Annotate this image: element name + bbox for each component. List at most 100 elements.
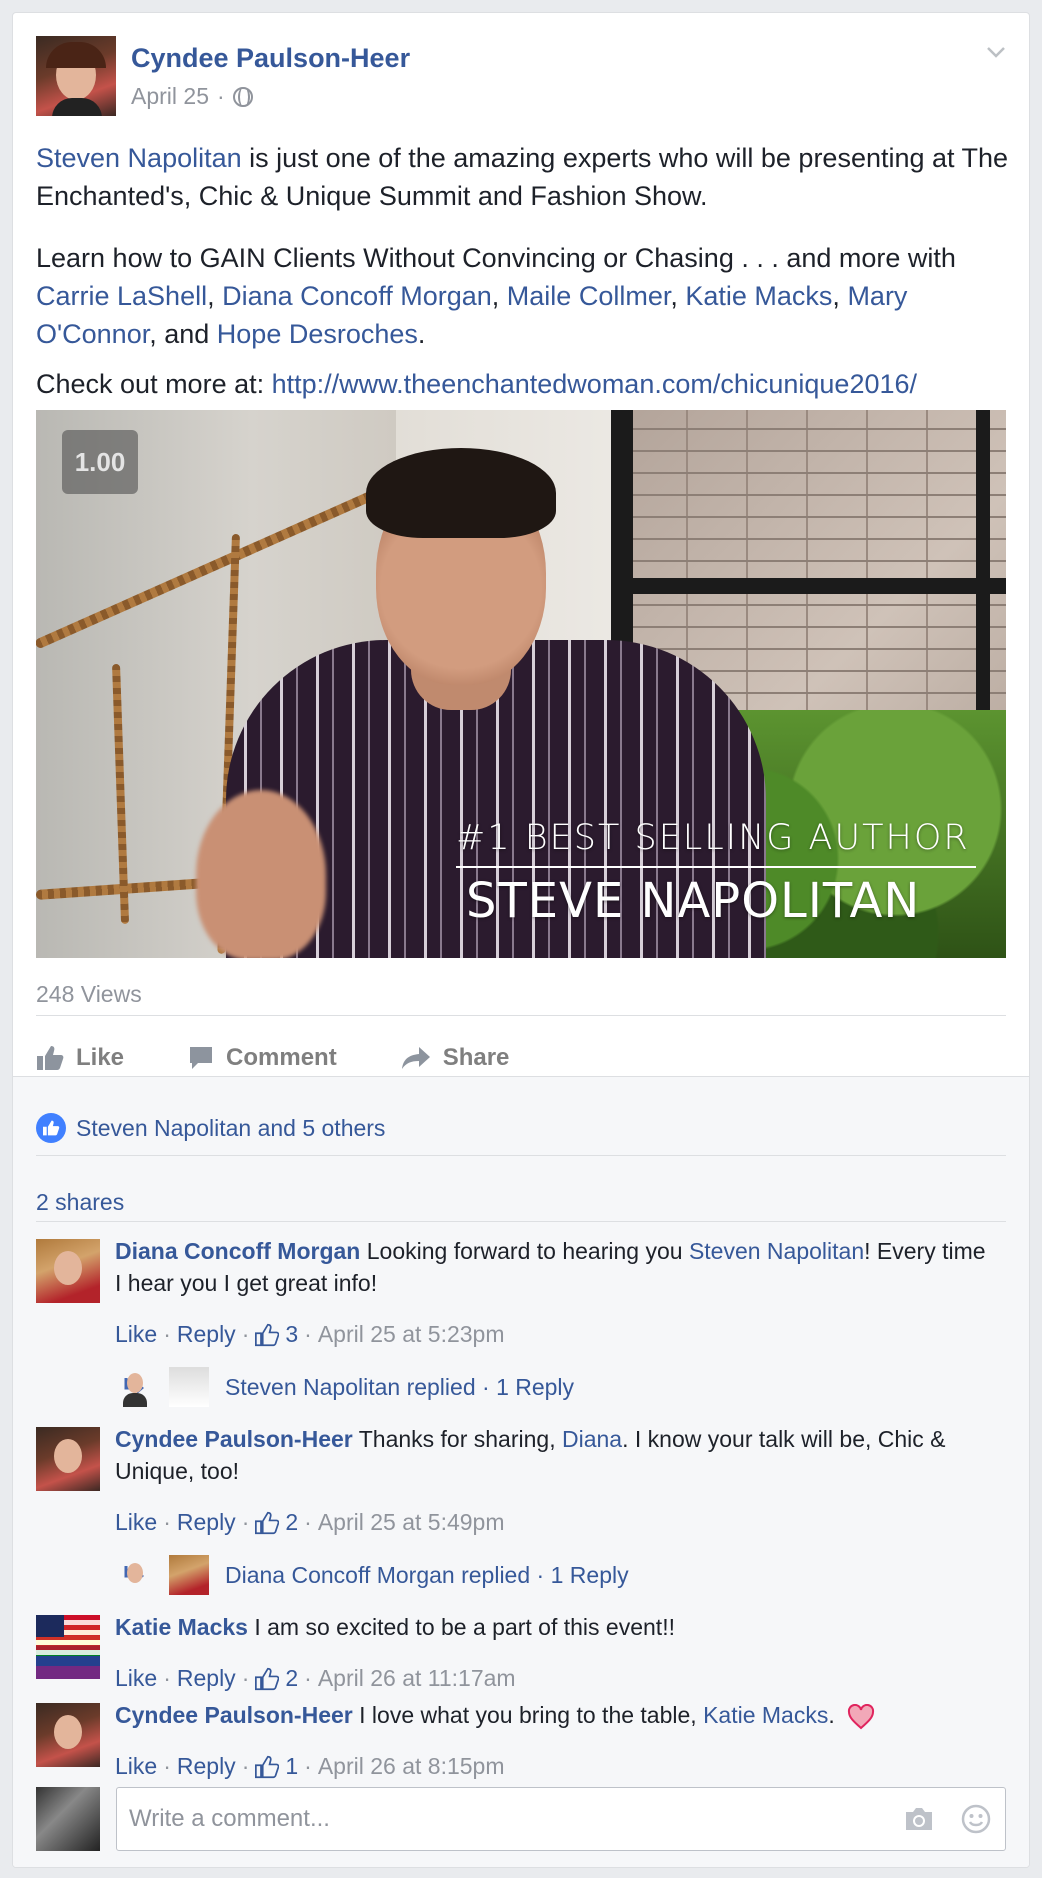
video-overlay-divider [456, 866, 976, 868]
separator-text: , [491, 281, 507, 311]
reply-count[interactable]: 1 Reply [551, 1562, 629, 1589]
comment-like-link[interactable]: Like [115, 1753, 157, 1780]
playback-speed-badge[interactable]: 1.00 [62, 430, 138, 494]
action-bar: Like Comment Share [36, 1036, 573, 1080]
comment-composer: Write a comment... [36, 1787, 1006, 1851]
comment-timestamp[interactable]: April 25 at 5:49pm [318, 1509, 505, 1536]
commenter-avatar[interactable] [36, 1615, 100, 1679]
share-arrow-icon [401, 1047, 430, 1069]
divider [36, 1015, 1006, 1016]
post-card: Cyndee Paulson-Heer April 25 · Steven Na… [12, 12, 1030, 1868]
comment-button[interactable]: Comment [188, 1044, 337, 1072]
replier-avatar[interactable] [127, 1555, 209, 1595]
commenter-avatar[interactable] [36, 1703, 100, 1767]
author-avatar[interactable] [36, 36, 116, 116]
view-count: 248 Views [36, 981, 142, 1007]
comment-reply-link[interactable]: Reply [177, 1665, 236, 1692]
mention-link[interactable]: Katie Macks [685, 281, 832, 311]
like-reaction-icon [36, 1113, 66, 1143]
post-date[interactable]: April 25 [131, 83, 209, 110]
video-overlay-subtitle: #1 BEST SELLING AUTHOR [456, 818, 970, 858]
reply-thread-link[interactable]: Steven Napolitan replied · 1 Reply [115, 1367, 574, 1407]
comment-reply-link[interactable]: Reply [177, 1321, 236, 1348]
separator-text: , [670, 281, 686, 311]
comment-meta: Like · Reply · 2 · April 25 at 5:49pm [115, 1509, 505, 1536]
mention-link[interactable]: Diana [562, 1426, 622, 1452]
share-button[interactable]: Share [401, 1044, 510, 1072]
speaker-hair [366, 448, 556, 538]
external-url-link[interactable]: http://www.theenchantedwoman.com/chicuni… [272, 369, 917, 399]
reply-thread-link[interactable]: Diana Concoff Morgan replied · 1 Reply [115, 1555, 629, 1595]
window-frame [626, 578, 1006, 594]
comment-like-link[interactable]: Like [115, 1665, 157, 1692]
emoji-smiley-icon[interactable] [961, 1804, 991, 1834]
comment-text: . [828, 1702, 835, 1728]
thumbs-up-outline-icon [255, 1755, 280, 1778]
comment-meta: Like · Reply · 1 · April 26 at 8:15pm [115, 1753, 505, 1780]
commenter-avatar[interactable] [36, 1239, 100, 1303]
reactions-text[interactable]: Steven Napolitan and 5 others [76, 1115, 385, 1142]
comment-timestamp[interactable]: April 26 at 11:17am [318, 1665, 516, 1692]
thumbs-up-outline-icon [255, 1323, 280, 1346]
comment-like-count[interactable]: 2 [285, 1665, 298, 1692]
shares-count[interactable]: 2 shares [36, 1189, 124, 1216]
comment-text: I love what you bring to the table, [352, 1702, 704, 1728]
comment-placeholder: Write a comment... [129, 1805, 330, 1832]
divider [36, 1221, 1006, 1222]
comment-meta: Like · Reply · 2 · April 26 at 11:17am [115, 1665, 516, 1692]
current-user-avatar [36, 1787, 100, 1851]
thumbs-up-outline-icon [255, 1667, 280, 1690]
comment-reply-link[interactable]: Reply [177, 1509, 236, 1536]
video-player[interactable]: 1.00 #1 BEST SELLING AUTHOR STEVE NAPOLI… [36, 410, 1006, 958]
commenter-avatar[interactable] [36, 1427, 100, 1491]
comment-text: I am so excited to be a part of this eve… [247, 1614, 675, 1640]
separator-text: , [207, 281, 223, 311]
post-meta: April 25 · [131, 83, 253, 110]
replier-avatar[interactable] [123, 1367, 209, 1407]
commenter-name[interactable]: Diana Concoff Morgan [115, 1238, 360, 1264]
composer-icons [903, 1804, 991, 1834]
reactions-summary[interactable]: Steven Napolitan and 5 others [36, 1113, 385, 1143]
separator-text: , and [149, 319, 217, 349]
comment-reply-link[interactable]: Reply [177, 1753, 236, 1780]
post-paragraph-2: Learn how to GAIN Clients Without Convin… [36, 239, 1016, 353]
comment-body: Katie Macks I am so excited to be a part… [115, 1611, 995, 1643]
post-text: Check out more at: [36, 369, 272, 399]
comment-timestamp[interactable]: April 25 at 5:23pm [318, 1321, 505, 1348]
author-name[interactable]: Cyndee Paulson-Heer [131, 43, 410, 74]
chevron-down-icon[interactable] [985, 41, 1007, 63]
comment-like-link[interactable]: Like [115, 1509, 157, 1536]
camera-icon[interactable] [903, 1804, 935, 1834]
mention-link[interactable]: Steven Napolitan [36, 143, 242, 173]
commenter-name[interactable]: Katie Macks [115, 1614, 248, 1640]
post-text: Learn how to GAIN Clients Without Convin… [36, 243, 956, 273]
comment-icon [190, 1047, 213, 1069]
mention-link[interactable]: Hope Desroches [217, 319, 418, 349]
mention-link[interactable]: Katie Macks [703, 1702, 828, 1728]
commenter-name[interactable]: Cyndee Paulson-Heer [115, 1426, 353, 1452]
reply-count[interactable]: 1 Reply [496, 1374, 574, 1401]
comment-input[interactable]: Write a comment... [116, 1787, 1006, 1851]
replied-label[interactable]: Steven Napolitan replied [225, 1374, 476, 1401]
comment-like-count[interactable]: 3 [285, 1321, 298, 1348]
comment-like-count[interactable]: 2 [285, 1509, 298, 1536]
like-label: Like [76, 1044, 125, 1071]
comment-like-link[interactable]: Like [115, 1321, 157, 1348]
comment-text: Looking forward to hearing you [360, 1238, 689, 1264]
comment-body: Cyndee Paulson-Heer I love what you brin… [115, 1699, 995, 1731]
post-paragraph-3: Check out more at: http://www.theenchant… [36, 365, 1016, 403]
commenter-name[interactable]: Cyndee Paulson-Heer [115, 1702, 353, 1728]
mention-link[interactable]: Carrie LaShell [36, 281, 207, 311]
mention-link[interactable]: Steven Napolitan [689, 1238, 864, 1264]
like-button[interactable]: Like [36, 1044, 124, 1072]
comment-label: Comment [226, 1044, 337, 1071]
comment-text: Thanks for sharing, [352, 1426, 562, 1452]
comment-timestamp[interactable]: April 26 at 8:15pm [318, 1753, 505, 1780]
mention-link[interactable]: Diana Concoff Morgan [222, 281, 492, 311]
mention-link[interactable]: Maile Collmer [507, 281, 671, 311]
comment-like-count[interactable]: 1 [285, 1753, 298, 1780]
comment-body: Diana Concoff Morgan Looking forward to … [115, 1235, 995, 1299]
replied-label[interactable]: Diana Concoff Morgan replied [225, 1562, 530, 1589]
share-label: Share [442, 1044, 510, 1071]
thumbs-up-outline-icon [255, 1511, 280, 1534]
